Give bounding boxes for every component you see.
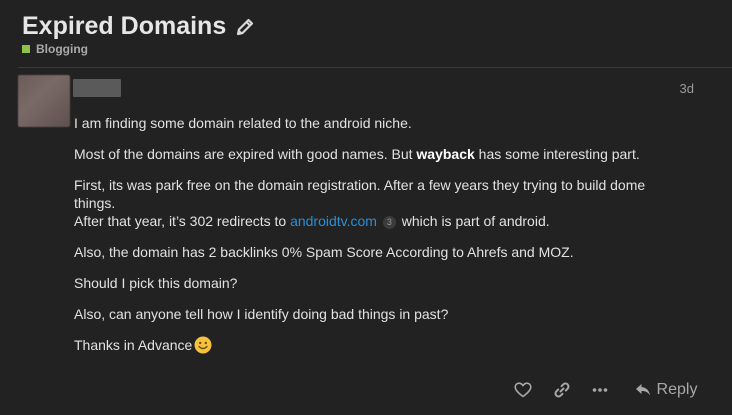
post-text: has some interesting part.: [474, 146, 640, 162]
header-divider: [18, 67, 732, 68]
androidtv-link[interactable]: androidtv.com: [290, 213, 377, 229]
heart-icon: [514, 382, 532, 398]
post-text: First, its was park free on the domain r…: [74, 177, 646, 211]
post-bold-text: wayback: [416, 146, 475, 162]
post-paragraph: Most of the domains are expired with goo…: [74, 145, 684, 163]
more-actions-button[interactable]: [589, 378, 611, 402]
post-text: Also, the domain has 2 backlinks 0% Spam…: [74, 244, 574, 260]
post-paragraph: Thanks in Advance: [74, 336, 684, 354]
link-icon: [553, 381, 571, 399]
category-badge[interactable]: Blogging: [22, 42, 88, 56]
topic-title[interactable]: Expired Domains: [22, 10, 226, 42]
title-row: Expired Domains: [22, 10, 256, 42]
post-paragraph: Also, the domain has 2 backlinks 0% Spam…: [74, 243, 684, 261]
username-redacted[interactable]: [73, 79, 121, 97]
category-label: Blogging: [36, 42, 88, 56]
more-icon: [592, 387, 608, 393]
topic-page: Expired Domains Blogging 3d I am finding…: [0, 0, 732, 415]
post-paragraph: Also, can anyone tell how I identify doi…: [74, 305, 684, 323]
post-actions: Reply: [0, 378, 732, 404]
category-color-swatch: [22, 45, 30, 53]
share-link-button[interactable]: [551, 378, 573, 402]
post-text: Most of the domains are expired with goo…: [74, 146, 417, 162]
post-paragraph: Should I pick this domain?: [74, 274, 684, 292]
smiley-icon: [194, 336, 212, 354]
post-paragraph: First, its was park free on the domain r…: [74, 176, 684, 230]
reply-label: Reply: [656, 381, 698, 398]
post-text: After that year, it’s 302 redirects to: [74, 213, 291, 229]
post-text: Should I pick this domain?: [74, 275, 238, 291]
reply-button[interactable]: Reply: [634, 378, 698, 402]
post-text: Also, can anyone tell how I identify doi…: [74, 306, 449, 322]
post-text: I am finding some domain related to the …: [74, 115, 412, 131]
post-text: which is part of android.: [397, 213, 550, 229]
post-text: Thanks in Advance: [74, 337, 193, 353]
pencil-icon[interactable]: [234, 16, 256, 38]
post-date[interactable]: 3d: [680, 81, 694, 96]
post-body: I am finding some domain related to the …: [74, 114, 684, 367]
post-paragraph: I am finding some domain related to the …: [74, 114, 684, 132]
link-click-count: 3: [382, 215, 396, 229]
reply-icon: [635, 383, 651, 397]
avatar[interactable]: [18, 75, 70, 127]
like-button[interactable]: [512, 378, 534, 402]
